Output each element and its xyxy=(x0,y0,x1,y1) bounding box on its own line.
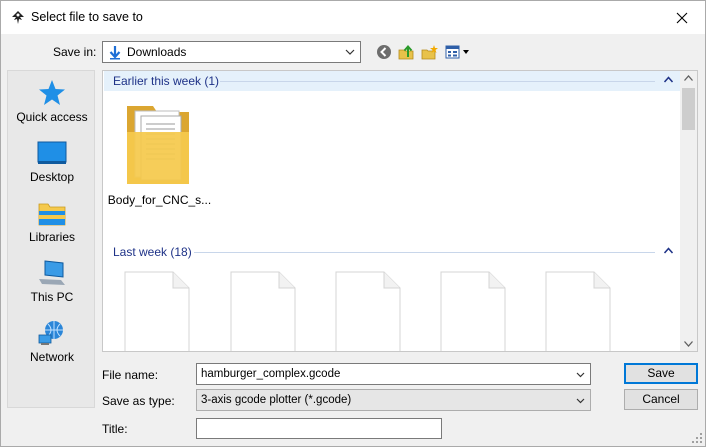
file-list-view[interactable]: Earlier this week (1) Body_for_CNC_s... xyxy=(102,70,698,352)
document-icon xyxy=(230,271,296,351)
close-button[interactable] xyxy=(659,1,705,34)
vertical-scrollbar[interactable] xyxy=(680,71,697,351)
scroll-down-icon[interactable] xyxy=(684,341,693,347)
group-header-last-week[interactable]: Last week (18) xyxy=(104,242,681,262)
title-input[interactable] xyxy=(196,418,442,439)
file-item[interactable] xyxy=(544,271,612,351)
group-divider xyxy=(220,81,655,82)
star-icon xyxy=(39,80,65,105)
title-label: Title: xyxy=(102,422,128,436)
up-folder-button[interactable] xyxy=(397,43,415,61)
place-desktop[interactable]: Desktop xyxy=(8,139,96,195)
place-label: This PC xyxy=(30,290,74,304)
new-folder-icon xyxy=(421,44,438,59)
window-title: Select file to save to xyxy=(31,10,143,24)
place-quick-access[interactable]: Quick access xyxy=(8,79,96,135)
download-arrow-icon xyxy=(109,46,121,60)
title-bar: Select file to save to xyxy=(1,1,705,34)
save-in-value: Downloads xyxy=(127,45,187,59)
scroll-up-icon[interactable] xyxy=(684,75,693,81)
save-file-dialog: Select file to save to Save in: Download… xyxy=(0,0,706,447)
resize-grip-icon[interactable] xyxy=(692,433,702,443)
file-item[interactable] xyxy=(123,271,191,351)
back-button[interactable] xyxy=(375,43,393,61)
places-bar: Quick access Desktop Libraries This PC N… xyxy=(7,70,95,408)
close-icon xyxy=(676,12,688,23)
place-label: Quick access xyxy=(16,110,88,124)
collapse-chevron-icon[interactable] xyxy=(664,247,673,254)
save-button[interactable]: Save xyxy=(624,363,698,384)
collapse-chevron-icon[interactable] xyxy=(664,76,673,83)
view-menu-button[interactable] xyxy=(444,43,472,61)
computer-icon xyxy=(39,260,65,285)
libraries-icon xyxy=(38,203,66,226)
back-icon xyxy=(377,45,391,59)
scrollbar-thumb[interactable] xyxy=(682,88,695,130)
view-menu-icon xyxy=(445,45,469,59)
place-label: Network xyxy=(29,350,74,364)
file-name-label: File name: xyxy=(102,368,159,382)
file-name-value: hamburger_complex.gcode xyxy=(201,368,341,380)
save-as-type-value: 3-axis gcode plotter (*.gcode) xyxy=(201,394,352,406)
group-divider xyxy=(194,252,655,253)
group-header-earlier-this-week[interactable]: Earlier this week (1) xyxy=(104,71,681,91)
save-in-dropdown[interactable]: Downloads xyxy=(102,41,361,63)
inkscape-icon xyxy=(12,11,24,24)
folder-icon xyxy=(127,106,189,184)
document-icon xyxy=(124,271,190,351)
document-icon xyxy=(335,271,401,351)
place-label: Desktop xyxy=(29,170,75,184)
document-icon xyxy=(440,271,506,351)
chevron-down-icon xyxy=(345,49,355,55)
save-as-type-dropdown[interactable]: 3-axis gcode plotter (*.gcode) xyxy=(196,389,591,411)
file-item[interactable] xyxy=(334,271,402,351)
place-label: Libraries xyxy=(28,230,76,244)
chevron-down-icon[interactable] xyxy=(576,370,585,379)
place-network[interactable]: Network xyxy=(8,319,96,375)
folder-item[interactable]: Body_for_CNC_s... xyxy=(107,100,212,210)
document-icon xyxy=(545,271,611,351)
group-title: Earlier this week (1) xyxy=(113,74,220,88)
file-item[interactable] xyxy=(229,271,297,351)
place-libraries[interactable]: Libraries xyxy=(8,199,96,255)
save-in-label: Save in: xyxy=(53,45,97,59)
folder-name: Body_for_CNC_s... xyxy=(107,193,212,207)
save-as-type-label: Save as type: xyxy=(102,394,175,408)
file-name-combobox[interactable]: hamburger_complex.gcode xyxy=(196,363,591,385)
desktop-icon xyxy=(37,141,67,164)
network-icon xyxy=(38,321,63,345)
place-this-pc[interactable]: This PC xyxy=(8,259,96,315)
chevron-down-icon xyxy=(576,398,585,404)
new-folder-button[interactable] xyxy=(420,43,438,61)
group-title: Last week (18) xyxy=(113,245,192,259)
up-folder-icon xyxy=(398,44,413,59)
file-item[interactable] xyxy=(439,271,507,351)
cancel-button[interactable]: Cancel xyxy=(624,389,698,410)
